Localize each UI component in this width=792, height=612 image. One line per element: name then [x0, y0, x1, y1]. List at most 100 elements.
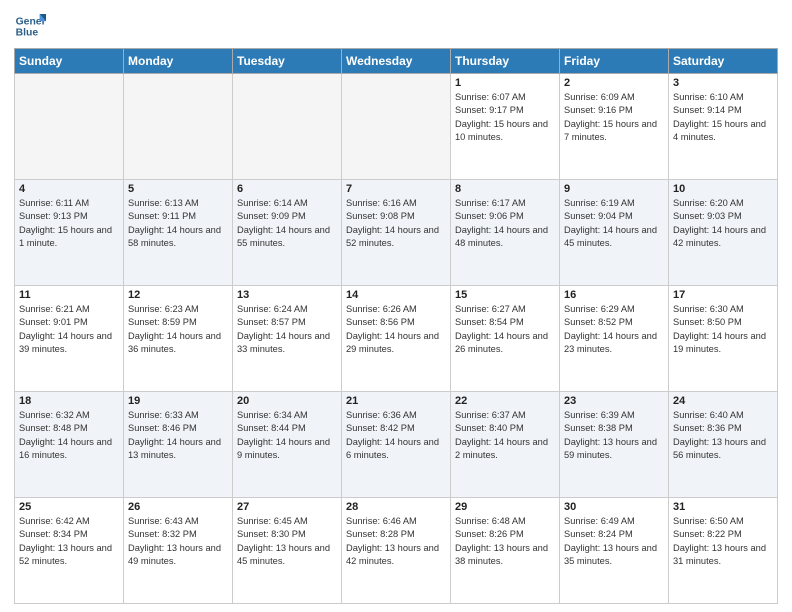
day-info: Sunrise: 6:43 AMSunset: 8:32 PMDaylight:… — [128, 515, 228, 569]
day-info: Sunrise: 6:19 AMSunset: 9:04 PMDaylight:… — [564, 197, 664, 251]
day-info: Sunrise: 6:11 AMSunset: 9:13 PMDaylight:… — [19, 197, 119, 251]
day-number: 7 — [346, 183, 446, 195]
week-row-3: 11 Sunrise: 6:21 AMSunset: 9:01 PMDaylig… — [15, 286, 778, 392]
day-cell: 12 Sunrise: 6:23 AMSunset: 8:59 PMDaylig… — [124, 286, 233, 392]
day-number: 28 — [346, 501, 446, 513]
day-info: Sunrise: 6:37 AMSunset: 8:40 PMDaylight:… — [455, 409, 555, 463]
day-cell: 21 Sunrise: 6:36 AMSunset: 8:42 PMDaylig… — [342, 392, 451, 498]
weekday-header-thursday: Thursday — [451, 49, 560, 74]
page-container: General Blue SundayMondayTuesdayWednesda… — [0, 0, 792, 612]
weekday-header-monday: Monday — [124, 49, 233, 74]
day-info: Sunrise: 6:10 AMSunset: 9:14 PMDaylight:… — [673, 91, 773, 145]
day-number: 29 — [455, 501, 555, 513]
day-number: 30 — [564, 501, 664, 513]
day-cell: 6 Sunrise: 6:14 AMSunset: 9:09 PMDayligh… — [233, 180, 342, 286]
day-cell: 18 Sunrise: 6:32 AMSunset: 8:48 PMDaylig… — [15, 392, 124, 498]
day-number: 26 — [128, 501, 228, 513]
day-number: 15 — [455, 289, 555, 301]
day-cell: 20 Sunrise: 6:34 AMSunset: 8:44 PMDaylig… — [233, 392, 342, 498]
day-info: Sunrise: 6:34 AMSunset: 8:44 PMDaylight:… — [237, 409, 337, 463]
day-cell — [233, 74, 342, 180]
day-cell: 26 Sunrise: 6:43 AMSunset: 8:32 PMDaylig… — [124, 498, 233, 604]
day-cell: 10 Sunrise: 6:20 AMSunset: 9:03 PMDaylig… — [669, 180, 778, 286]
day-cell: 7 Sunrise: 6:16 AMSunset: 9:08 PMDayligh… — [342, 180, 451, 286]
header: General Blue — [14, 10, 778, 42]
day-number: 5 — [128, 183, 228, 195]
day-cell: 15 Sunrise: 6:27 AMSunset: 8:54 PMDaylig… — [451, 286, 560, 392]
week-row-2: 4 Sunrise: 6:11 AMSunset: 9:13 PMDayligh… — [15, 180, 778, 286]
day-cell: 2 Sunrise: 6:09 AMSunset: 9:16 PMDayligh… — [560, 74, 669, 180]
day-number: 1 — [455, 77, 555, 89]
week-row-4: 18 Sunrise: 6:32 AMSunset: 8:48 PMDaylig… — [15, 392, 778, 498]
week-row-1: 1 Sunrise: 6:07 AMSunset: 9:17 PMDayligh… — [15, 74, 778, 180]
day-cell: 5 Sunrise: 6:13 AMSunset: 9:11 PMDayligh… — [124, 180, 233, 286]
day-info: Sunrise: 6:07 AMSunset: 9:17 PMDaylight:… — [455, 91, 555, 145]
day-info: Sunrise: 6:33 AMSunset: 8:46 PMDaylight:… — [128, 409, 228, 463]
day-info: Sunrise: 6:48 AMSunset: 8:26 PMDaylight:… — [455, 515, 555, 569]
day-info: Sunrise: 6:29 AMSunset: 8:52 PMDaylight:… — [564, 303, 664, 357]
day-number: 14 — [346, 289, 446, 301]
day-number: 9 — [564, 183, 664, 195]
day-info: Sunrise: 6:39 AMSunset: 8:38 PMDaylight:… — [564, 409, 664, 463]
day-number: 23 — [564, 395, 664, 407]
day-cell: 16 Sunrise: 6:29 AMSunset: 8:52 PMDaylig… — [560, 286, 669, 392]
day-number: 2 — [564, 77, 664, 89]
day-number: 24 — [673, 395, 773, 407]
day-number: 31 — [673, 501, 773, 513]
day-cell: 17 Sunrise: 6:30 AMSunset: 8:50 PMDaylig… — [669, 286, 778, 392]
day-number: 11 — [19, 289, 119, 301]
day-info: Sunrise: 6:27 AMSunset: 8:54 PMDaylight:… — [455, 303, 555, 357]
svg-text:Blue: Blue — [16, 28, 39, 39]
day-cell: 23 Sunrise: 6:39 AMSunset: 8:38 PMDaylig… — [560, 392, 669, 498]
day-cell: 22 Sunrise: 6:37 AMSunset: 8:40 PMDaylig… — [451, 392, 560, 498]
day-info: Sunrise: 6:21 AMSunset: 9:01 PMDaylight:… — [19, 303, 119, 357]
day-number: 13 — [237, 289, 337, 301]
day-cell: 24 Sunrise: 6:40 AMSunset: 8:36 PMDaylig… — [669, 392, 778, 498]
weekday-header-friday: Friday — [560, 49, 669, 74]
day-cell: 1 Sunrise: 6:07 AMSunset: 9:17 PMDayligh… — [451, 74, 560, 180]
day-cell: 13 Sunrise: 6:24 AMSunset: 8:57 PMDaylig… — [233, 286, 342, 392]
day-info: Sunrise: 6:50 AMSunset: 8:22 PMDaylight:… — [673, 515, 773, 569]
day-number: 10 — [673, 183, 773, 195]
day-cell: 14 Sunrise: 6:26 AMSunset: 8:56 PMDaylig… — [342, 286, 451, 392]
day-info: Sunrise: 6:40 AMSunset: 8:36 PMDaylight:… — [673, 409, 773, 463]
day-number: 25 — [19, 501, 119, 513]
day-info: Sunrise: 6:42 AMSunset: 8:34 PMDaylight:… — [19, 515, 119, 569]
day-info: Sunrise: 6:24 AMSunset: 8:57 PMDaylight:… — [237, 303, 337, 357]
day-number: 6 — [237, 183, 337, 195]
weekday-header-sunday: Sunday — [15, 49, 124, 74]
calendar-table: SundayMondayTuesdayWednesdayThursdayFrid… — [14, 48, 778, 604]
weekday-header-tuesday: Tuesday — [233, 49, 342, 74]
day-cell: 8 Sunrise: 6:17 AMSunset: 9:06 PMDayligh… — [451, 180, 560, 286]
day-info: Sunrise: 6:13 AMSunset: 9:11 PMDaylight:… — [128, 197, 228, 251]
day-cell: 30 Sunrise: 6:49 AMSunset: 8:24 PMDaylig… — [560, 498, 669, 604]
day-info: Sunrise: 6:36 AMSunset: 8:42 PMDaylight:… — [346, 409, 446, 463]
day-number: 16 — [564, 289, 664, 301]
day-info: Sunrise: 6:49 AMSunset: 8:24 PMDaylight:… — [564, 515, 664, 569]
day-number: 4 — [19, 183, 119, 195]
day-info: Sunrise: 6:16 AMSunset: 9:08 PMDaylight:… — [346, 197, 446, 251]
day-info: Sunrise: 6:46 AMSunset: 8:28 PMDaylight:… — [346, 515, 446, 569]
day-info: Sunrise: 6:14 AMSunset: 9:09 PMDaylight:… — [237, 197, 337, 251]
day-info: Sunrise: 6:17 AMSunset: 9:06 PMDaylight:… — [455, 197, 555, 251]
day-number: 20 — [237, 395, 337, 407]
day-info: Sunrise: 6:30 AMSunset: 8:50 PMDaylight:… — [673, 303, 773, 357]
weekday-header-row: SundayMondayTuesdayWednesdayThursdayFrid… — [15, 49, 778, 74]
day-cell: 19 Sunrise: 6:33 AMSunset: 8:46 PMDaylig… — [124, 392, 233, 498]
weekday-header-saturday: Saturday — [669, 49, 778, 74]
day-number: 8 — [455, 183, 555, 195]
day-info: Sunrise: 6:20 AMSunset: 9:03 PMDaylight:… — [673, 197, 773, 251]
day-number: 12 — [128, 289, 228, 301]
day-info: Sunrise: 6:26 AMSunset: 8:56 PMDaylight:… — [346, 303, 446, 357]
day-number: 3 — [673, 77, 773, 89]
day-info: Sunrise: 6:23 AMSunset: 8:59 PMDaylight:… — [128, 303, 228, 357]
weekday-header-wednesday: Wednesday — [342, 49, 451, 74]
logo: General Blue — [14, 10, 46, 42]
day-number: 27 — [237, 501, 337, 513]
day-cell: 25 Sunrise: 6:42 AMSunset: 8:34 PMDaylig… — [15, 498, 124, 604]
day-cell — [342, 74, 451, 180]
day-info: Sunrise: 6:09 AMSunset: 9:16 PMDaylight:… — [564, 91, 664, 145]
day-info: Sunrise: 6:45 AMSunset: 8:30 PMDaylight:… — [237, 515, 337, 569]
day-number: 17 — [673, 289, 773, 301]
day-cell — [15, 74, 124, 180]
